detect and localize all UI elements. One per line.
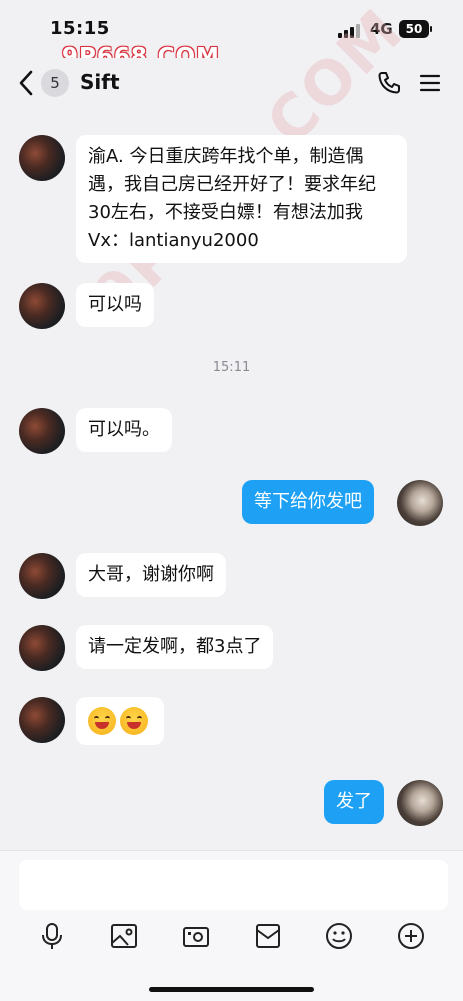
status-time: 15:15 <box>50 18 110 39</box>
composer <box>0 850 463 1001</box>
emoji-icon[interactable] <box>324 921 354 951</box>
message-bubble-me[interactable]: 发了 <box>324 780 384 824</box>
grinning-face-icon <box>88 707 116 735</box>
message-bubble[interactable]: 渝A. 今日重庆跨年找个单，制造偶遇，我自己房已经开好了！要求年纪30左右，不接… <box>76 135 407 263</box>
grinning-face-icon <box>120 707 148 735</box>
message-bubble[interactable]: 大哥，谢谢你啊 <box>76 553 226 597</box>
plus-icon[interactable] <box>396 921 426 951</box>
envelope-icon[interactable] <box>253 921 283 951</box>
avatar[interactable] <box>19 553 65 599</box>
unread-count-badge[interactable]: 5 <box>41 69 69 97</box>
avatar[interactable] <box>19 408 65 454</box>
message-bubble[interactable]: 可以吗。 <box>76 408 172 452</box>
image-icon[interactable] <box>109 921 139 951</box>
message-bubble-me[interactable]: 等下给你发吧 <box>242 480 374 524</box>
back-arrow-icon[interactable] <box>14 68 38 98</box>
message-input[interactable] <box>19 860 448 910</box>
message-timestamp: 15:11 <box>212 360 251 375</box>
avatar[interactable] <box>19 625 65 671</box>
avatar-me[interactable] <box>397 780 443 826</box>
message-list[interactable]: 9P668.COM 渝A. 今日重庆跨年找个单，制造偶遇，我自己房已经开好了！要… <box>0 0 463 850</box>
avatar[interactable] <box>19 135 65 181</box>
home-indicator <box>149 987 314 992</box>
message-bubble-emoji[interactable] <box>76 697 164 745</box>
avatar[interactable] <box>19 697 65 743</box>
avatar[interactable] <box>19 283 65 329</box>
menu-icon[interactable] <box>419 72 441 94</box>
avatar-me[interactable] <box>397 480 443 526</box>
camera-icon[interactable] <box>181 921 211 951</box>
message-bubble[interactable]: 可以吗 <box>76 283 154 327</box>
chat-title: Sift <box>80 70 120 94</box>
microphone-icon[interactable] <box>37 921 67 951</box>
message-bubble[interactable]: 请一定发啊，都3点了 <box>76 625 274 669</box>
